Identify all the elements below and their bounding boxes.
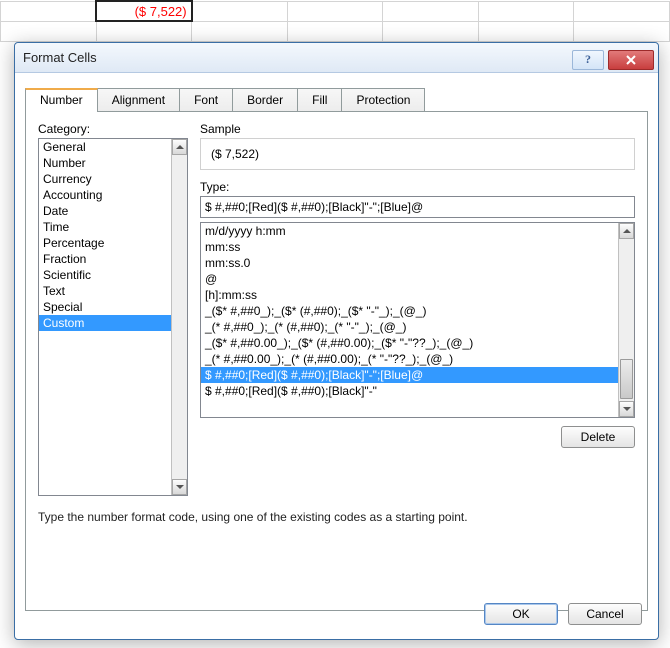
tab-panel-number: Category: General Number Currency Accoun… (25, 111, 648, 611)
type-item[interactable]: _($* #,##0_);_($* (#,##0);_($* "-"_);_(@… (201, 303, 618, 319)
help-button[interactable]: ? (572, 50, 604, 70)
scrollbar[interactable] (618, 223, 634, 417)
chevron-down-icon (623, 405, 631, 413)
type-label: Type: (200, 180, 635, 194)
category-item[interactable]: Text (39, 283, 187, 299)
category-item[interactable]: Special (39, 299, 187, 315)
scroll-track[interactable] (172, 155, 187, 479)
scroll-up-button[interactable] (172, 139, 187, 155)
category-label: Category: (38, 122, 188, 136)
category-item-custom[interactable]: Custom (39, 315, 187, 331)
hint-text: Type the number format code, using one o… (38, 510, 635, 524)
tab-number[interactable]: Number (25, 88, 98, 112)
scroll-track[interactable] (619, 239, 634, 401)
scroll-down-button[interactable] (619, 401, 634, 417)
type-item[interactable]: _(* #,##0_);_(* (#,##0);_(* "-"_);_(@_) (201, 319, 618, 335)
type-item[interactable]: m/d/yyyy h:mm (201, 223, 618, 239)
cancel-button[interactable]: Cancel (568, 603, 642, 625)
type-item[interactable]: mm:ss.0 (201, 255, 618, 271)
type-item[interactable]: _($* #,##0.00_);_($* (#,##0.00);_($* "-"… (201, 335, 618, 351)
sample-box: ($ 7,522) (200, 138, 635, 170)
chevron-down-icon (176, 483, 184, 491)
close-icon (626, 55, 636, 65)
tab-fill[interactable]: Fill (297, 88, 342, 112)
type-listbox[interactable]: m/d/yyyy h:mm mm:ss mm:ss.0 @ [h]:mm:ss … (200, 222, 635, 418)
category-item[interactable]: Percentage (39, 235, 187, 251)
scroll-down-button[interactable] (172, 479, 187, 495)
scroll-up-button[interactable] (619, 223, 634, 239)
format-cells-dialog: Format Cells ? Number Alignment Font Bor… (14, 42, 659, 640)
type-input[interactable] (200, 196, 635, 218)
type-item[interactable]: @ (201, 271, 618, 287)
type-item[interactable]: [h]:mm:ss (201, 287, 618, 303)
type-item[interactable]: _(* #,##0.00_);_(* (#,##0.00);_(* "-"??_… (201, 351, 618, 367)
category-item[interactable]: Date (39, 203, 187, 219)
category-item[interactable]: Time (39, 219, 187, 235)
category-item[interactable]: Accounting (39, 187, 187, 203)
tab-strip: Number Alignment Font Border Fill Protec… (25, 87, 658, 111)
category-item[interactable]: Fraction (39, 251, 187, 267)
category-item[interactable]: General (39, 139, 187, 155)
type-item-selected[interactable]: $ #,##0;[Red]($ #,##0);[Black]"-";[Blue]… (201, 367, 618, 383)
scrollbar[interactable] (171, 139, 187, 495)
delete-button[interactable]: Delete (561, 426, 635, 448)
chevron-up-icon (176, 143, 184, 151)
sample-value: ($ 7,522) (211, 147, 259, 161)
category-item[interactable]: Number (39, 155, 187, 171)
tab-protection[interactable]: Protection (341, 88, 425, 112)
chevron-up-icon (623, 227, 631, 235)
tab-font[interactable]: Font (179, 88, 233, 112)
close-button[interactable] (608, 50, 654, 70)
type-item[interactable]: mm:ss (201, 239, 618, 255)
active-cell[interactable]: ($ 7,522) (96, 1, 192, 21)
category-item[interactable]: Scientific (39, 267, 187, 283)
sample-label: Sample (200, 122, 635, 136)
titlebar[interactable]: Format Cells ? (15, 43, 658, 73)
dialog-title: Format Cells (23, 50, 572, 65)
ok-button[interactable]: OK (484, 603, 558, 625)
tab-alignment[interactable]: Alignment (97, 88, 180, 112)
category-item[interactable]: Currency (39, 171, 187, 187)
category-listbox[interactable]: General Number Currency Accounting Date … (38, 138, 188, 496)
scroll-thumb[interactable] (620, 359, 633, 399)
type-item[interactable]: $ #,##0;[Red]($ #,##0);[Black]"-" (201, 383, 618, 399)
help-icon: ? (585, 52, 591, 67)
tab-border[interactable]: Border (232, 88, 298, 112)
